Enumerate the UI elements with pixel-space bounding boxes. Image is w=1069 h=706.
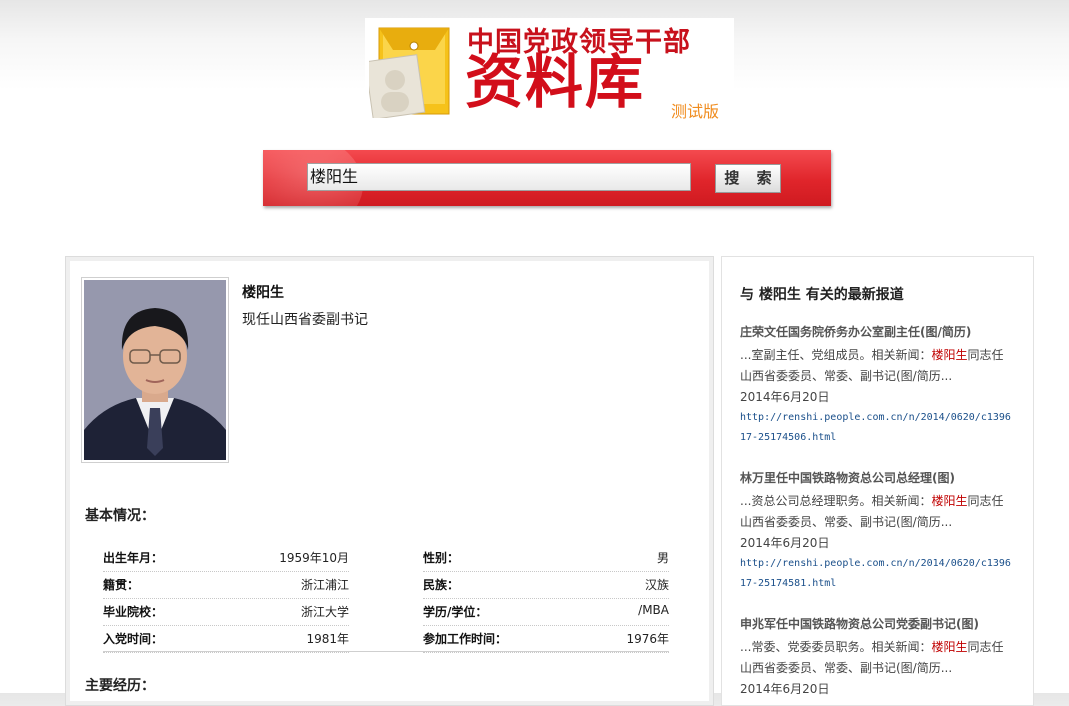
profile-photo (84, 280, 226, 460)
news-title-link[interactable]: 申兆军任中国铁路物资总公司党委副书记(图) (740, 615, 1015, 637)
info-value: 浙江浦江 (300, 578, 349, 592)
news-title-link[interactable]: 庄荣文任国务院侨务办公室副主任(图/简历) (740, 323, 1015, 345)
info-row-hometown: 籍贯： 浙江浦江 (103, 572, 349, 599)
info-value: 浙江大学 (300, 605, 349, 619)
news-highlight: 楼阳生 (931, 640, 968, 654)
news-date: 2014年6月20日 (740, 682, 830, 696)
info-row-ethnicity: 民族： 汉族 (423, 572, 669, 599)
basic-info-heading: 基本情况： (85, 508, 155, 524)
info-row-party: 入党时间： 1981年 (103, 626, 349, 653)
search-button[interactable]: 搜 索 (715, 164, 781, 193)
info-label: 毕业院校： (103, 605, 164, 619)
news-highlight: 楼阳生 (931, 348, 968, 362)
news-url-link[interactable]: http://renshi.people.com.cn/n/2014/0620/… (740, 554, 1015, 594)
logo-version-tag: 测试版 (671, 102, 720, 121)
info-value: 1976年 (626, 632, 669, 646)
info-row-birth: 出生年月： 1959年10月 (103, 545, 349, 572)
info-label: 学历/学位： (423, 605, 488, 619)
news-highlight: 楼阳生 (931, 494, 968, 508)
info-value: /MBA (638, 603, 669, 617)
news-url-link[interactable]: http://renshi.people.com.cn/n/2014/0620/… (740, 408, 1015, 448)
logo-title-large: 资料库 (465, 48, 646, 116)
profile-position: 现任山西省委副书记 (242, 312, 368, 328)
news-date: 2014年6月20日 (740, 390, 830, 404)
info-divider (103, 651, 669, 652)
info-label: 籍贯： (103, 578, 140, 592)
news-item: 申兆军任中国铁路物资总公司党委副书记(图) ...常委、党委委员职务。相关新闻：… (740, 615, 1015, 700)
news-item: 庄荣文任国务院侨务办公室副主任(图/简历) ...室副主任、党组成员。相关新闻：… (740, 323, 1015, 448)
info-label: 性别： (423, 551, 460, 565)
info-value: 1981年 (306, 632, 349, 646)
info-label: 民族： (423, 578, 460, 592)
info-row-work-start: 参加工作时间： 1976年 (423, 626, 669, 653)
career-heading: 主要经历： (85, 678, 155, 694)
portrait-image (84, 280, 226, 460)
search-bar: 楼阳生 搜 索 (263, 150, 831, 206)
news-date: 2014年6月20日 (740, 536, 830, 550)
info-value: 男 (656, 551, 669, 565)
info-label: 入党时间： (103, 632, 164, 646)
news-item: 林万里任中国铁路物资总公司总经理(图) ...资总公司总经理职务。相关新闻：楼阳… (740, 469, 1015, 594)
info-label: 出生年月： (103, 551, 164, 565)
folder-icon (369, 27, 450, 118)
info-value: 1959年10月 (279, 551, 349, 565)
info-value: 汉族 (644, 578, 669, 592)
news-panel: 与 楼阳生 有关的最新报道 庄荣文任国务院侨务办公室副主任(图/简历) ...室… (721, 256, 1034, 706)
news-snippet: ...资总公司总经理职务。相关新闻：楼阳生同志任山西省委委员、常委、副书记(图/… (740, 494, 1004, 529)
news-panel-heading: 与 楼阳生 有关的最新报道 (740, 287, 904, 303)
info-row-degree: 学历/学位： /MBA (423, 599, 669, 626)
profile-name: 楼阳生 (242, 285, 284, 301)
news-snippet: ...常委、党委委员职务。相关新闻：楼阳生同志任山西省委委员、常委、副书记(图/… (740, 640, 1004, 675)
site-logo[interactable]: 中国党政领导干部 资料库 测试版 (365, 18, 734, 121)
info-label: 参加工作时间： (423, 632, 508, 646)
news-snippet: ...室副主任、党组成员。相关新闻：楼阳生同志任山西省委委员、常委、副书记(图/… (740, 348, 1004, 383)
search-input[interactable]: 楼阳生 (307, 163, 691, 191)
profile-panel: 楼阳生 现任山西省委副书记 基本情况： 出生年月： 1959年10月 性别： 男… (65, 256, 714, 706)
info-row-gender: 性别： 男 (423, 545, 669, 572)
info-row-school: 毕业院校： 浙江大学 (103, 599, 349, 626)
profile-photo-frame (81, 277, 229, 463)
news-title-link[interactable]: 林万里任中国铁路物资总公司总经理(图) (740, 469, 1015, 491)
